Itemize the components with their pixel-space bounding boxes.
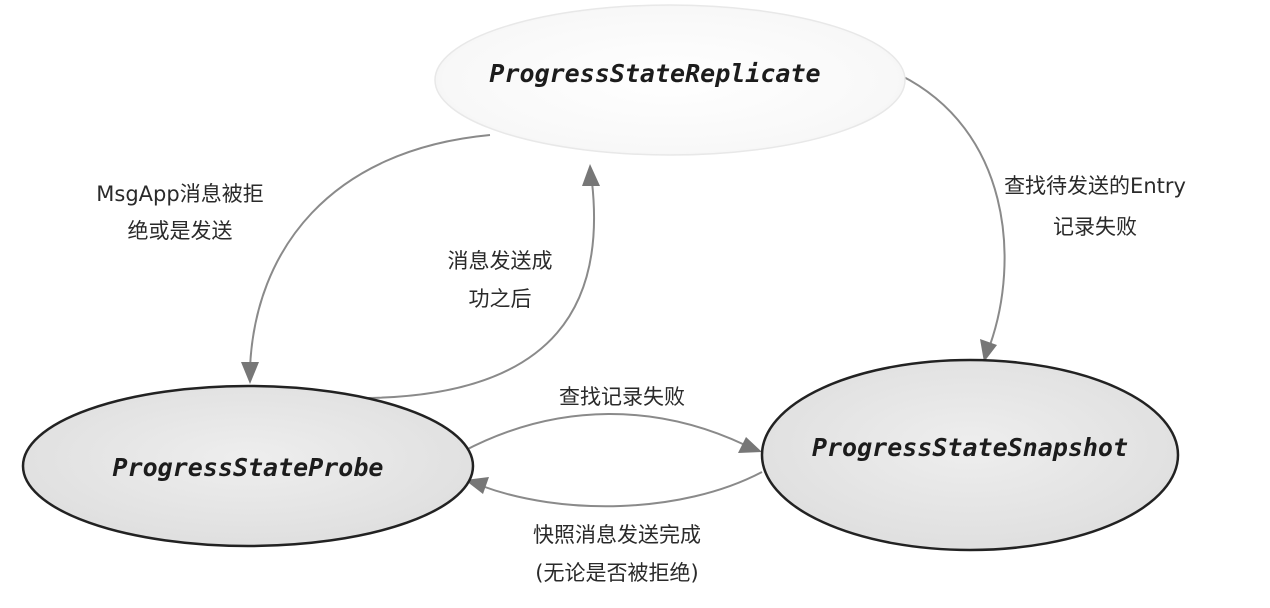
arrowhead-icon <box>980 339 997 362</box>
edge-label-line: 绝或是发送 <box>128 219 233 243</box>
edge-probe-to-snapshot <box>461 413 762 453</box>
state-label-replicate: ProgressStateReplicate <box>489 59 820 88</box>
edge-label-line: 记录失败 <box>1053 215 1137 239</box>
edge-label-replicate-to-snapshot: 查找待发送的Entry 记录失败 <box>1004 174 1186 239</box>
edge-label-line: 查找待发送的Entry <box>1004 174 1186 198</box>
edge-label-probe-to-snapshot: 查找记录失败 <box>559 385 685 409</box>
edge-snapshot-to-probe <box>465 471 763 508</box>
diagram-canvas: ProgressStateReplicate ProgressStateProb… <box>21 4 1186 585</box>
edge-label-snapshot-to-probe: 快照消息发送完成 (无论是否被拒绝) <box>533 523 701 585</box>
arrowhead-icon <box>241 362 259 384</box>
edge-label-replicate-to-probe: MsgApp消息被拒 绝或是发送 <box>96 182 263 243</box>
state-replicate: ProgressStateReplicate <box>434 4 906 156</box>
state-probe: ProgressStateProbe <box>21 384 475 548</box>
edge-label-line: MsgApp消息被拒 <box>96 182 263 206</box>
edge-label-line: (无论是否被拒绝) <box>535 561 698 585</box>
edge-probe-to-replicate <box>367 164 600 399</box>
state-label-probe: ProgressStateProbe <box>113 453 384 482</box>
edge-label-probe-to-replicate: 消息发送成 功之后 <box>448 249 553 311</box>
arrowhead-icon <box>582 164 600 186</box>
arrowhead-icon <box>738 437 762 453</box>
state-snapshot: ProgressStateSnapshot <box>760 358 1180 552</box>
state-diagram: ProgressStateReplicate ProgressStateProb… <box>0 0 1270 608</box>
edge-label-line: 快照消息发送完成 <box>533 523 701 547</box>
edge-label-line: 消息发送成 <box>448 249 553 273</box>
state-label-snapshot: ProgressStateSnapshot <box>812 433 1128 462</box>
edge-label-line: 查找记录失败 <box>559 385 685 409</box>
edge-replicate-to-snapshot <box>899 74 1006 362</box>
edge-label-line: 功之后 <box>469 287 532 311</box>
